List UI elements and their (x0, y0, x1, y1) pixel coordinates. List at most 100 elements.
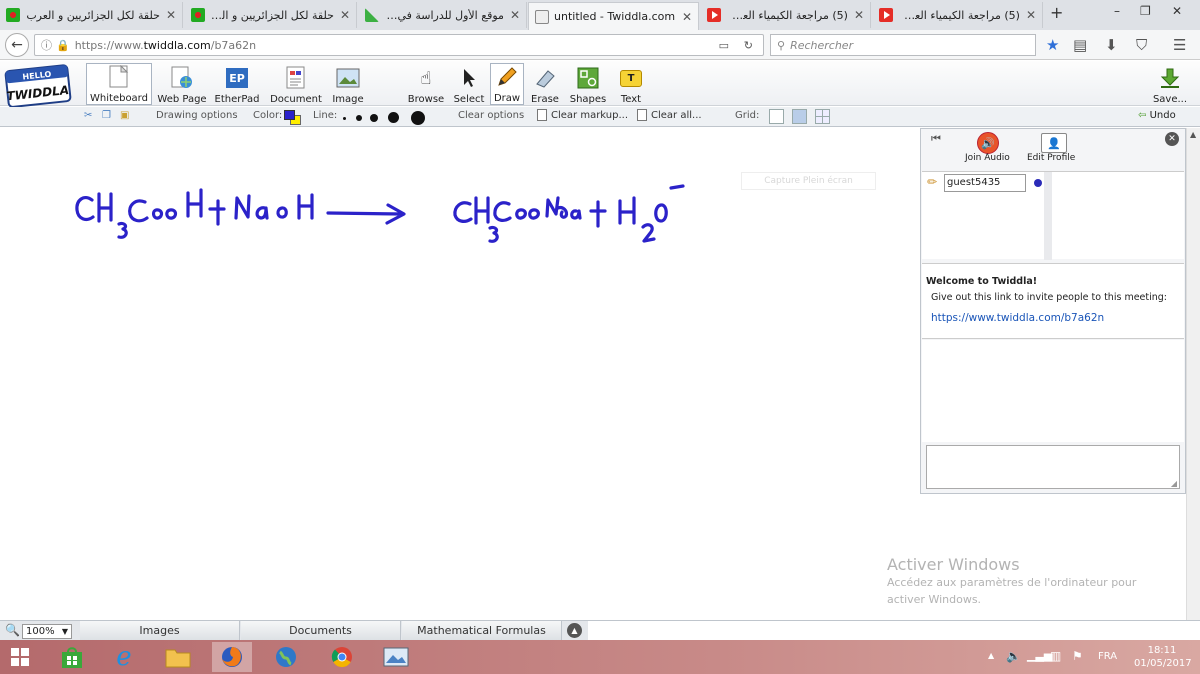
tool-whiteboard[interactable]: Whiteboard (86, 63, 152, 105)
taskbar-file-explorer[interactable] (158, 642, 198, 672)
tool-shapes[interactable]: Shapes (568, 63, 608, 105)
browser-tab-active[interactable]: untitled - Twiddla.com ✕ (528, 2, 699, 30)
clear-all-button[interactable]: Clear all... (637, 109, 702, 121)
participant-scrollbar[interactable] (1044, 172, 1052, 260)
tool-web-page[interactable]: Web Page (156, 63, 208, 105)
edit-profile-label[interactable]: Edit Profile (1027, 153, 1075, 163)
color-picker[interactable] (283, 109, 303, 126)
grid-large-button[interactable] (815, 109, 830, 124)
tool-text[interactable]: T Text (616, 63, 646, 105)
tool-document[interactable]: Document (267, 63, 325, 105)
tool-browse[interactable]: ☝ Browse (406, 63, 446, 106)
minimize-icon[interactable]: – (1114, 4, 1120, 18)
browser-tab[interactable]: (5) مراجعة الكيمياء العضوية 2 ✕ (873, 2, 1043, 28)
tab-mathematical-formulas[interactable]: Mathematical Formulas (402, 621, 562, 640)
bookmark-star-icon[interactable]: ★ (1046, 36, 1059, 54)
close-icon[interactable]: ✕ (510, 8, 520, 22)
bottom-tab-bar: 🔍 100% ▼ Images Documents Mathematical F… (0, 620, 1200, 640)
tool-label: Select (453, 94, 485, 105)
taskbar-internet-explorer[interactable]: e (104, 642, 144, 672)
browser-tab[interactable]: موقع الأول للدراسة في الجزائر ✕ (359, 2, 527, 28)
collapse-panel-icon[interactable]: ⏮ (931, 132, 941, 146)
grid-small-button[interactable] (792, 109, 807, 124)
menu-icon[interactable]: ☰ (1173, 36, 1186, 54)
scroll-up-icon[interactable]: ▲ (1190, 130, 1196, 139)
tab-documents[interactable]: Documents (241, 621, 401, 640)
grid-none-button[interactable] (769, 109, 784, 124)
ink-stroke (589, 200, 607, 228)
clear-markup-button[interactable]: Clear markup... (537, 109, 628, 121)
chat-input[interactable]: ◢ (926, 445, 1180, 489)
pocket-icon[interactable]: ⛉ (1136, 36, 1147, 54)
tool-draw[interactable]: Draw (490, 63, 524, 105)
browser-tab[interactable]: حلقة لكل الجزائريين و العرب ✕ (0, 2, 183, 28)
volume-icon[interactable]: 🔈 (1006, 649, 1021, 663)
tool-erase[interactable]: Erase (528, 63, 562, 105)
browser-tab[interactable]: (5) مراجعة الكيمياء العضوية 1 ✕ (701, 2, 871, 28)
search-input[interactable]: ⚲ Rechercher (770, 34, 1036, 56)
tool-etherpad[interactable]: EP EtherPad (213, 63, 261, 105)
tab-images[interactable]: Images (80, 621, 240, 640)
info-icon[interactable]: ⓘ (41, 37, 52, 53)
capture-screen-button[interactable]: Capture Plein écran (741, 172, 876, 190)
ink-stroke (128, 199, 149, 223)
lock-icon: 🔒 (56, 38, 70, 52)
tool-image[interactable]: Image (329, 63, 367, 105)
url-bar[interactable]: ⓘ 🔒 https://www. twiddla.com/b7a62n ▭ ↻ (34, 34, 764, 56)
paste-icon[interactable]: ▣ (120, 110, 129, 121)
copy-icon[interactable]: ❐ (102, 110, 111, 121)
page-scrollbar[interactable]: ▲ (1186, 128, 1200, 620)
new-tab-icon[interactable]: + (1050, 3, 1063, 22)
line-width-4[interactable] (388, 112, 399, 123)
clock-time: 18:11 (1147, 645, 1177, 656)
line-width-3[interactable] (370, 114, 378, 122)
join-audio-button[interactable]: 🔊 (977, 132, 999, 154)
line-width-5[interactable] (411, 111, 425, 125)
close-icon[interactable]: ✕ (854, 8, 864, 22)
download-icon[interactable]: ⬇ (1105, 36, 1118, 54)
close-icon[interactable]: ✕ (682, 10, 692, 24)
browser-tab[interactable]: حلقة لكل الجزائريين و العرب ✕ (185, 2, 357, 28)
chat-messages (922, 340, 1184, 442)
network-icon[interactable]: ▥ (1050, 649, 1061, 663)
scissors-icon[interactable]: ✂ (84, 110, 92, 121)
taskbar-photos[interactable] (376, 642, 416, 672)
close-icon[interactable]: ✕ (166, 8, 176, 22)
undo-button[interactable]: ⇦ Undo (1138, 110, 1176, 121)
close-panel-icon[interactable]: ✕ (1165, 132, 1179, 146)
window-close-icon[interactable]: ✕ (1172, 4, 1182, 18)
windows-start-button[interactable] (0, 642, 40, 672)
resize-grip-icon[interactable]: ◢ (1171, 479, 1177, 488)
whiteboard-canvas[interactable]: Capture Plein écran (0, 128, 920, 620)
signal-icon[interactable]: ▁▃▅ (1027, 649, 1052, 662)
restore-icon[interactable]: ❐ (1140, 4, 1151, 18)
language-indicator[interactable]: FRA (1098, 651, 1117, 662)
tool-select[interactable]: Select (452, 63, 486, 105)
hand-cursor-icon: ☝ (420, 67, 432, 89)
close-icon[interactable]: ✕ (340, 8, 350, 22)
collapse-up-icon[interactable]: ▲ (567, 623, 582, 638)
foreground-color-swatch[interactable] (284, 110, 295, 120)
tray-arrow-icon[interactable]: ▲ (988, 651, 994, 660)
taskbar-globe-app[interactable] (266, 642, 306, 672)
flag-icon[interactable]: ⚑ (1072, 649, 1083, 663)
edit-profile-icon[interactable]: 👤 (1041, 133, 1067, 153)
taskbar-clock[interactable]: 18:11 01/05/2017 (1134, 644, 1192, 670)
clipboard-icon[interactable]: ▤ (1073, 36, 1087, 54)
ink-stroke (488, 225, 499, 243)
zoom-select[interactable]: 100% ▼ (22, 624, 72, 639)
twiddla-logo[interactable]: HELLO TWIDDLA (4, 64, 74, 108)
taskbar-firefox[interactable] (212, 642, 252, 672)
taskbar-chrome[interactable] (322, 642, 362, 672)
line-width-1[interactable] (343, 117, 346, 120)
reader-view-icon[interactable]: ▭ (719, 39, 729, 52)
guest-name-field[interactable]: guest5435 (944, 174, 1026, 192)
taskbar-store[interactable] (52, 642, 92, 672)
close-icon[interactable]: ✕ (1026, 8, 1036, 22)
invite-link[interactable]: https://www.twiddla.com/b7a62n (931, 312, 1104, 324)
line-width-2[interactable] (356, 115, 362, 121)
reload-icon[interactable]: ↻ (744, 39, 753, 52)
save-button[interactable]: Save... (1150, 63, 1190, 105)
join-audio-label[interactable]: Join Audio (965, 153, 1010, 163)
back-arrow-icon[interactable]: ← (5, 33, 29, 57)
